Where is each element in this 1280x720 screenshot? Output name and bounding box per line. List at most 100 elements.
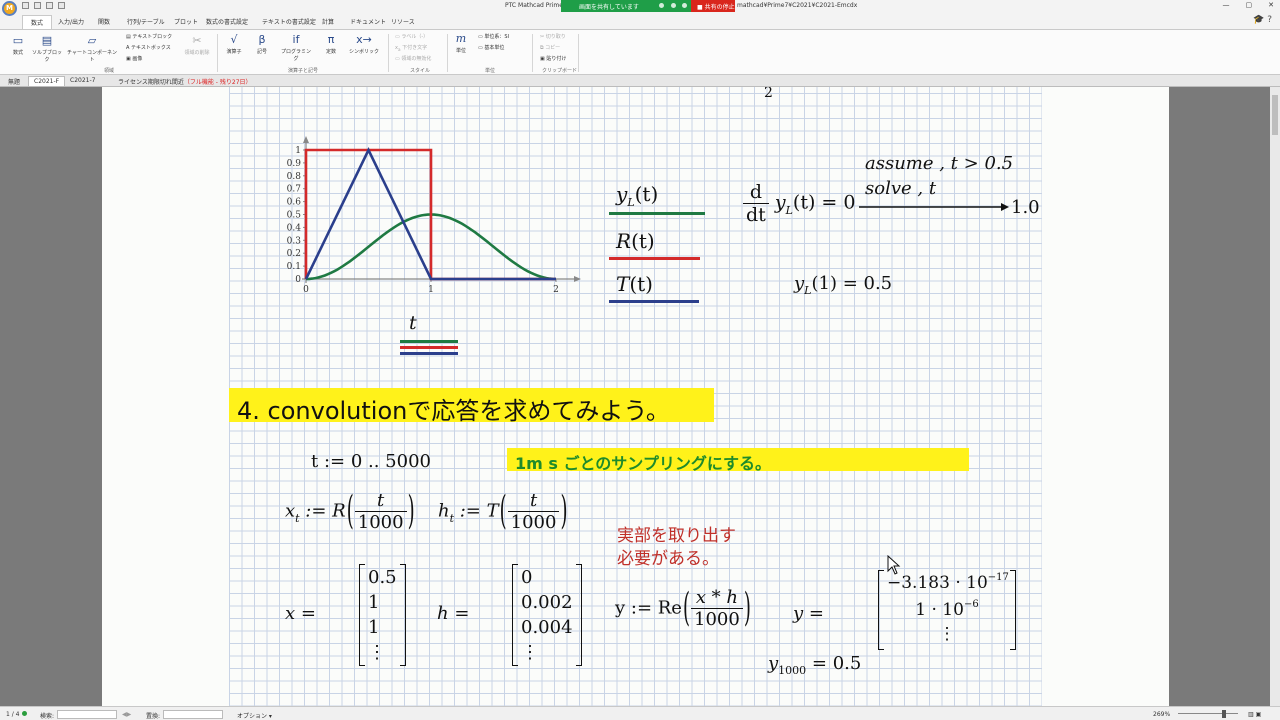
derivative-expression[interactable]: d dt yL(t) = 0: [743, 181, 855, 226]
copy-button[interactable]: ⧉ コピー: [540, 44, 560, 51]
options-button[interactable]: オプション ▾: [237, 711, 272, 720]
view-mode-icons[interactable]: ▥ ▣: [1248, 711, 1261, 718]
tab-math-format[interactable]: 数式の書式設定: [206, 17, 248, 26]
y-val1-exponent: −17: [987, 572, 1009, 583]
tab-matrix-table[interactable]: 行列/テーブル: [127, 17, 165, 26]
search-input[interactable]: [57, 710, 117, 719]
h-def-lhs: h: [438, 500, 450, 522]
audio-icon[interactable]: [659, 3, 664, 8]
tab-calculation[interactable]: 計算: [322, 17, 334, 26]
legend-line-T: [609, 300, 699, 303]
derivative-operator: d dt: [743, 181, 769, 226]
x-definition[interactable]: xt := R(t 1000): [285, 488, 416, 534]
maximize-icon[interactable]: ▢: [1246, 1, 1253, 9]
h-definition[interactable]: ht := T(t 1000): [438, 488, 569, 534]
tab-functions[interactable]: 関数: [98, 17, 110, 26]
math-region-button[interactable]: ▭ 数式: [8, 35, 28, 57]
doc-tab-untitled[interactable]: 無題: [8, 77, 20, 86]
operators-button[interactable]: √ 演算子: [223, 34, 245, 56]
y1000-result[interactable]: y1000 = 0.5: [768, 653, 862, 677]
paste-button[interactable]: ▣ 貼り付け: [540, 55, 566, 62]
image-label: 画像: [132, 56, 143, 62]
group-label-regions: 領域: [104, 68, 115, 74]
mathcad-logo[interactable]: M: [2, 1, 17, 16]
tab-resources[interactable]: リソース: [391, 17, 415, 26]
tab-input-output[interactable]: 入力/出力: [58, 17, 84, 26]
close-icon[interactable]: ✕: [1268, 1, 1274, 9]
zoom-slider-thumb[interactable]: [1222, 710, 1226, 718]
doc-tab-c2021-f[interactable]: C2021-F: [28, 76, 66, 86]
delete-region-label: 領域の削除: [184, 50, 210, 56]
units-button[interactable]: m 単位: [452, 33, 470, 55]
y-def-num: x * h: [691, 587, 743, 609]
unit-system-dropdown[interactable]: ▭ 単位系：SI: [478, 33, 509, 40]
replace-input[interactable]: [163, 710, 223, 719]
minimize-icon[interactable]: —: [1223, 1, 1230, 9]
settings-icon[interactable]: [682, 3, 687, 8]
vertical-scrollbar[interactable]: [1270, 87, 1280, 706]
scrollbar-thumb[interactable]: [1272, 95, 1278, 135]
help-icon[interactable]: 🎓 ?: [1253, 15, 1272, 25]
disable-region-button[interactable]: ▭ 領域の無効化: [395, 55, 431, 62]
legend-yL-sub: L: [627, 196, 635, 209]
section-heading[interactable]: 4. convolutionで応答を求めてみよう。: [229, 388, 714, 425]
sampling-note[interactable]: 1m s ごとのサンプリングにする。: [507, 448, 969, 473]
doc-tab-c2021-7[interactable]: C2021-7: [70, 77, 95, 84]
solve-block-icon: ▤: [41, 34, 53, 47]
cut-button[interactable]: ✂ 切り取り: [540, 33, 566, 40]
x-tick-label: 0: [303, 285, 309, 295]
group-label-clipboard: クリップボード: [542, 68, 578, 74]
tab-document[interactable]: ドキュメント: [350, 17, 386, 26]
search-nav-icon[interactable]: ◀▶: [122, 711, 131, 718]
undo-icon[interactable]: [58, 2, 65, 9]
range-definition[interactable]: t := 0 .. 5000: [311, 451, 431, 472]
text-box-button[interactable]: A テキストボックス: [126, 44, 171, 51]
symbolic-label: シンボリック: [348, 49, 379, 55]
real-part-note[interactable]: 実部を取り出す 必要がある。: [617, 525, 736, 571]
y1000-rest: = 0.5: [806, 653, 862, 674]
yL-at-1-result[interactable]: yL(1) = 0.5: [794, 273, 892, 297]
image-button[interactable]: ▣ 画像: [126, 55, 142, 62]
h-vector-cell: 0.002: [521, 592, 573, 613]
stop-share-label: 共有の停止: [704, 4, 735, 11]
symbolic-button[interactable]: x→ シンボリック: [348, 34, 380, 56]
constants-button[interactable]: π 定数: [320, 33, 342, 56]
save-icon[interactable]: [46, 2, 53, 9]
legend-R: R(t): [616, 229, 655, 253]
x-vector[interactable]: 0.5 1 1 ⋮: [359, 564, 406, 666]
solve-block-button[interactable]: ▤ ソルブブロック: [31, 34, 63, 64]
pi-icon: π: [327, 33, 335, 46]
zoom-slider[interactable]: [1178, 713, 1238, 714]
subscript-label: 下付き文字: [402, 45, 428, 51]
y-vector[interactable]: −3.183 · 10−17 1 · 10−6 ⋮: [878, 570, 1016, 650]
text-block-button[interactable]: ▤ テキストブロック: [126, 33, 172, 40]
y-vector-ellipsis: ⋮: [938, 624, 956, 644]
programming-button[interactable]: if プログラミング: [280, 34, 312, 63]
scissors-icon: ✂: [192, 34, 202, 47]
worksheet-page[interactable]: 2 0 0.1 0.2 0.3 0.4 0.5 0.6 0.7 0.8 0.9 1 0 1 2 t yL(…: [102, 87, 1169, 706]
x-def-fraction: t 1000: [354, 490, 407, 533]
group-label-operators: 演算子と記号: [288, 68, 319, 74]
page-indicator: 1 / 4: [6, 711, 20, 718]
xy-plot[interactable]: 0 0.1 0.2 0.3 0.4 0.5 0.6 0.7 0.8 0.9 1 0 1 2: [282, 135, 582, 305]
x-vector-cell: 1: [368, 617, 380, 638]
mouse-cursor-icon: [887, 555, 901, 575]
ribbon-divider: [578, 34, 579, 72]
base-units-button[interactable]: ▭ 基本単位: [478, 44, 504, 51]
label-dropdown[interactable]: ▭ ラベル（-）: [395, 33, 428, 40]
symbols-button[interactable]: β 記号: [252, 34, 272, 56]
h-vector[interactable]: 0 0.002 0.004 ⋮: [512, 564, 582, 666]
subscript-button[interactable]: xa 下付き文字: [395, 44, 427, 52]
pause-icon[interactable]: [671, 3, 676, 8]
tab-math[interactable]: 数式: [22, 15, 53, 29]
options-label: オプション: [237, 713, 268, 720]
y-definition[interactable]: y := Re(x * h 1000): [615, 585, 752, 631]
new-file-icon[interactable]: [22, 2, 29, 9]
tab-plots[interactable]: プロット: [174, 17, 198, 26]
y-vector-cell: 1 · 10−6: [879, 598, 1015, 625]
open-file-icon[interactable]: [34, 2, 41, 9]
delete-region-button[interactable]: ✂ 領域の削除: [180, 34, 214, 57]
chart-component-button[interactable]: ▱ チャートコンポーネント: [66, 35, 118, 64]
stop-share-button[interactable]: ■ 共有の停止: [691, 0, 735, 12]
tab-text-format[interactable]: テキストの書式設定: [262, 17, 316, 26]
